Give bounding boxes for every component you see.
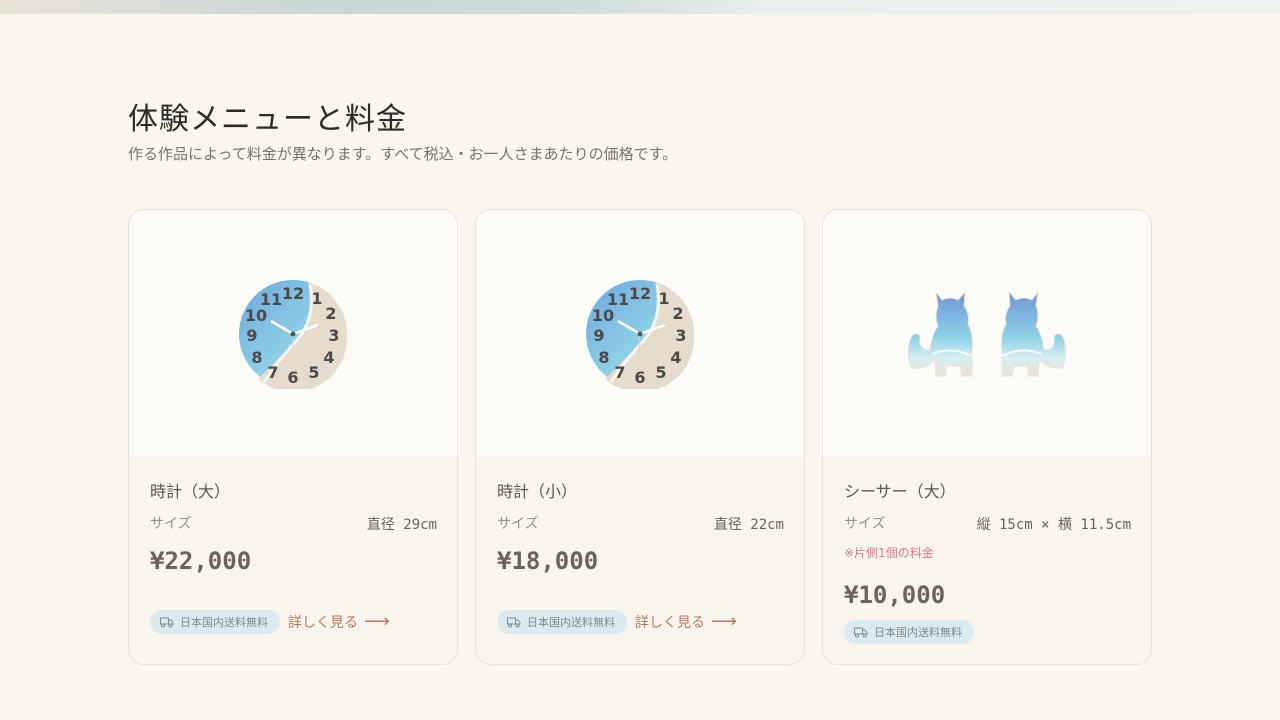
price-note: ※片側1個の料金 (844, 546, 934, 560)
svg-text:7: 7 (614, 363, 625, 382)
section-title: 体験メニューと料金 (128, 102, 407, 137)
svg-text:12: 12 (282, 284, 304, 303)
svg-text:1: 1 (658, 289, 669, 308)
svg-text:8: 8 (251, 348, 262, 367)
card-image: 12 1 2 345 678 9 10 11 (129, 210, 457, 457)
details-link[interactable]: 詳しく見る ⟶ (288, 612, 390, 632)
size-label: サイズ (497, 516, 539, 532)
card-image (823, 210, 1151, 457)
details-link[interactable]: 詳しく見る ⟶ (635, 612, 737, 632)
product-name: シーサー（大） (844, 482, 956, 501)
badge-label: 日本国内送料無料 (527, 616, 615, 629)
free-shipping-badge: 日本国内送料無料 (497, 610, 627, 634)
svg-text:5: 5 (308, 363, 319, 382)
svg-text:6: 6 (287, 368, 298, 387)
size-label: サイズ (150, 516, 192, 532)
svg-text:2: 2 (672, 304, 683, 323)
badge-label: 日本国内送料無料 (874, 626, 962, 639)
badge-label: 日本国内送料無料 (180, 616, 268, 629)
card-body: シーサー（大） サイズ 縦 15cm × 横 11.5cm ※片側1個の料金 ¥… (823, 457, 1151, 664)
svg-text:8: 8 (598, 348, 609, 367)
svg-text:2: 2 (325, 304, 336, 323)
svg-text:9: 9 (246, 326, 257, 345)
free-shipping-badge: 日本国内送料無料 (150, 610, 280, 634)
svg-text:9: 9 (593, 326, 604, 345)
size-value: 直径 22cm (713, 517, 784, 533)
free-shipping-badge: 日本国内送料無料 (844, 620, 974, 644)
truck-icon (160, 617, 174, 628)
size-value: 直径 29cm (366, 517, 437, 533)
menu-card-clock-small: 12 1 2 345 678 9 10 11 時計（小） サイズ 直径 22cm ¥18… (475, 209, 805, 665)
menu-card-shisa-large: シーサー（大） サイズ 縦 15cm × 横 11.5cm ※片側1個の料金 ¥… (822, 209, 1152, 665)
details-link-label: 詳しく見る (635, 615, 705, 631)
clock-beach-icon: 12 12 345 678 91011 (239, 279, 348, 389)
arrow-right-icon: ⟶ (364, 611, 390, 632)
card-body: 時計（大） サイズ 直径 29cm ¥22,000 日本国内送料無料 詳しく見る… (129, 457, 457, 664)
svg-text:3: 3 (675, 326, 686, 345)
product-name: 時計（大） (150, 482, 231, 501)
arrow-right-icon: ⟶ (711, 611, 737, 632)
price: ¥10,000 (844, 581, 946, 609)
svg-text:6: 6 (634, 368, 645, 387)
card-image: 12 1 2 345 678 9 10 11 (476, 210, 804, 457)
section-subtitle: 作る作品によって料金が異なります。すべて税込・お一人さまあたりの価格です。 (128, 145, 678, 163)
details-link-label: 詳しく見る (288, 615, 358, 631)
truck-icon (854, 627, 868, 638)
svg-text:5: 5 (655, 363, 666, 382)
clock-beach-icon: 12 12 345 678 91011 (586, 279, 695, 389)
svg-text:4: 4 (323, 348, 334, 367)
svg-text:1: 1 (311, 289, 322, 308)
shisa-pair-icon (907, 290, 1067, 376)
product-name: 時計（小） (497, 482, 578, 501)
svg-text:7: 7 (267, 363, 278, 382)
svg-text:11: 11 (607, 290, 629, 309)
svg-text:4: 4 (670, 348, 681, 367)
size-value: 縦 15cm × 横 11.5cm (976, 517, 1131, 533)
card-body: 時計（小） サイズ 直径 22cm ¥18,000 日本国内送料無料 詳しく見る… (476, 457, 804, 664)
top-gradient-bar (0, 0, 1280, 14)
svg-text:11: 11 (260, 290, 282, 309)
svg-text:12: 12 (629, 284, 651, 303)
price: ¥22,000 (150, 547, 252, 575)
svg-text:3: 3 (328, 326, 339, 345)
card-list: 12 1 2 345 678 9 10 11 時計（大） サイズ 直径 29cm ¥22… (128, 209, 1152, 665)
size-label: サイズ (844, 516, 886, 532)
truck-icon (507, 617, 521, 628)
menu-card-clock-large: 12 1 2 345 678 9 10 11 時計（大） サイズ 直径 29cm ¥22… (128, 209, 458, 665)
price: ¥18,000 (497, 547, 599, 575)
